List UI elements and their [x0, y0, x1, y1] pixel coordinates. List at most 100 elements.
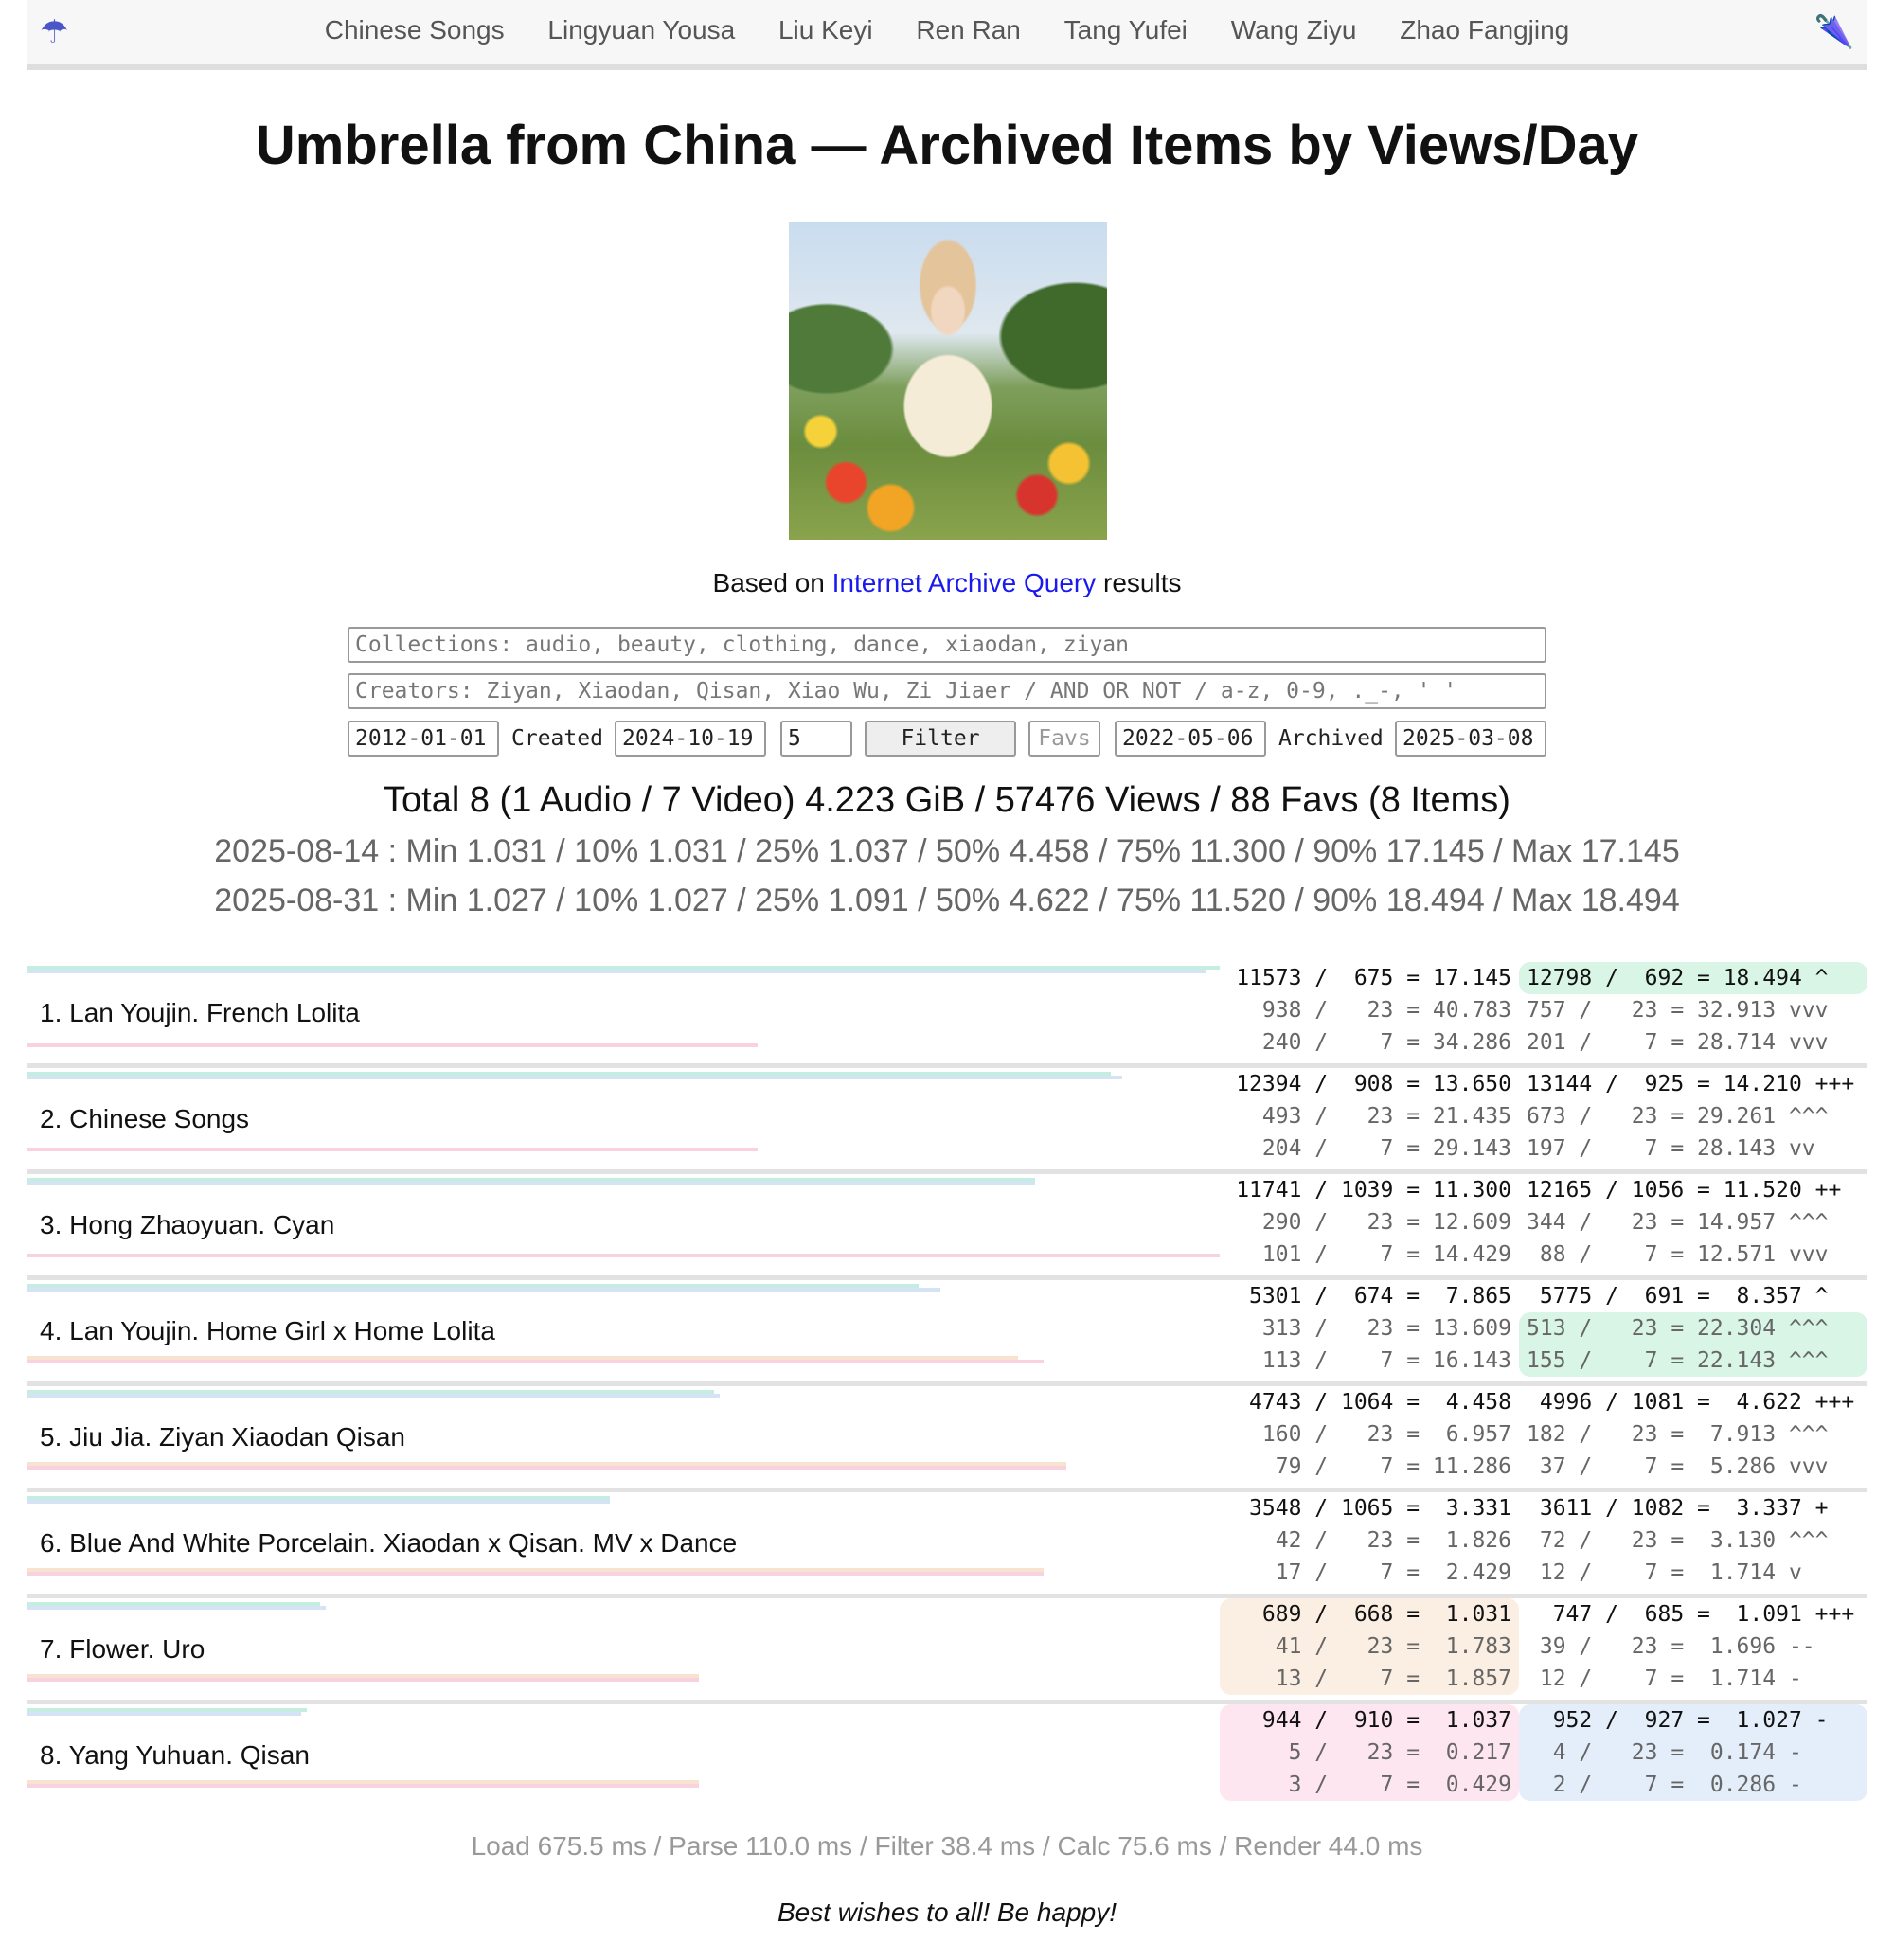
page-title: Umbrella from China — Archived Items by …	[255, 115, 1639, 176]
favs-button[interactable]: Favs	[1028, 721, 1100, 757]
month-bar	[27, 1784, 699, 1788]
item-title-link[interactable]: 2. Chinese Songs	[40, 1104, 249, 1134]
stat-value: 113 / 7 = 16.143	[1261, 1348, 1511, 1373]
stat-value: 12165 / 1056 = 11.520 ++	[1527, 1178, 1842, 1203]
stat-value: 13 / 7 = 1.857	[1261, 1666, 1511, 1691]
archived-from-input[interactable]: 2022-05-06	[1115, 721, 1266, 757]
nav-link-zhao-fangjing[interactable]: Zhao Fangjing	[1400, 15, 1569, 45]
stat-value: 4996 / 1081 = 4.622 +++	[1527, 1390, 1855, 1415]
footer-wish: Best wishes to all! Be happy!	[777, 1898, 1117, 1927]
stats-line-2: 2025-08-31 : Min 1.027 / 10% 1.027 / 25%…	[214, 882, 1680, 918]
stat-value: 493 / 23 = 21.435	[1261, 1104, 1511, 1129]
views-bar-prev	[27, 1500, 610, 1504]
stat-value: 3548 / 1065 = 3.331	[1249, 1496, 1511, 1521]
nav-link-lingyuan-yousa[interactable]: Lingyuan Yousa	[547, 15, 735, 45]
stat-value: 39 / 23 = 1.696 --	[1527, 1634, 1815, 1659]
item-title-link[interactable]: 5. Jiu Jia. Ziyan Xiaodan Qisan	[40, 1422, 405, 1452]
nav-link-ren-ran[interactable]: Ren Ran	[916, 15, 1021, 45]
stat-value: 5 / 23 = 0.217	[1261, 1740, 1511, 1765]
month-bar	[27, 1043, 758, 1047]
item-title-link[interactable]: 8. Yang Yuhuan. Qisan	[40, 1740, 310, 1771]
month-bar-prev	[27, 1462, 1066, 1466]
archived-to-input[interactable]: 2025-03-08	[1395, 721, 1546, 757]
creators-input[interactable]: Creators: Ziyan, Xiaodan, Qisan, Xiao Wu…	[348, 673, 1546, 709]
top-nav: ☂ Chinese Songs Lingyuan Yousa Liu Keyi …	[27, 0, 1867, 70]
views-bar-prev	[27, 1394, 720, 1398]
table-row[interactable]: 3. Hong Zhaoyuan. Cyan 11741 / 1039 = 11…	[27, 1174, 1867, 1280]
stat-value: 201 / 7 = 28.714 vvv	[1527, 1030, 1829, 1055]
item-title-link[interactable]: 1. Lan Youjin. French Lolita	[40, 998, 360, 1028]
stat-value: 4743 / 1064 = 4.458	[1249, 1390, 1511, 1415]
nav-link-chinese-songs[interactable]: Chinese Songs	[325, 15, 505, 45]
views-bar-prev	[27, 1712, 301, 1716]
stat-value: 5775 / 691 = 8.357 ^	[1527, 1284, 1829, 1309]
created-to-input[interactable]: 2024-10-19	[615, 721, 766, 757]
views-bar-prev	[27, 970, 1206, 973]
based-prefix: Based on	[712, 568, 825, 597]
stat-value: 290 / 23 = 12.609	[1261, 1210, 1511, 1235]
stat-value: 3 / 7 = 0.429	[1261, 1773, 1511, 1797]
month-bar	[27, 1360, 1044, 1363]
views-bar-prev	[27, 1182, 1035, 1185]
month-bar	[27, 1254, 1220, 1257]
nav-link-liu-keyi[interactable]: Liu Keyi	[778, 15, 873, 45]
stat-value: 41 / 23 = 1.783	[1261, 1634, 1511, 1659]
closed-umbrella-icon[interactable]: 🌂	[1814, 13, 1854, 51]
stats-line-1: 2025-08-14 : Min 1.031 / 10% 1.031 / 25%…	[214, 833, 1680, 869]
month-bar-prev	[27, 1674, 699, 1678]
stat-value: 673 / 23 = 29.261 ^^^	[1527, 1104, 1829, 1129]
table-row[interactable]: 8. Yang Yuhuan. Qisan 944 / 910 = 1.037 …	[27, 1704, 1867, 1810]
table-row[interactable]: 2. Chinese Songs 12394 / 908 = 13.650 49…	[27, 1068, 1867, 1174]
stat-value: 12 / 7 = 1.714 -	[1527, 1666, 1802, 1691]
count-input[interactable]: 5	[780, 721, 852, 757]
stat-value: 88 / 7 = 12.571 vvv	[1527, 1242, 1829, 1267]
table-row[interactable]: 5. Jiu Jia. Ziyan Xiaodan Qisan 4743 / 1…	[27, 1386, 1867, 1492]
stat-value: 12 / 7 = 1.714 v	[1527, 1560, 1802, 1585]
stat-value: 4 / 23 = 0.174 -	[1527, 1740, 1802, 1765]
stat-value: 13144 / 925 = 14.210 +++	[1527, 1072, 1855, 1096]
month-bar-prev	[27, 1568, 1044, 1572]
stat-value: 17 / 7 = 2.429	[1261, 1560, 1511, 1585]
total-summary: Total 8 (1 Audio / 7 Video) 4.223 GiB / …	[384, 780, 1510, 820]
stat-value: 938 / 23 = 40.783	[1261, 998, 1511, 1023]
collections-input[interactable]: Collections: audio, beauty, clothing, da…	[348, 627, 1546, 663]
stat-value: 513 / 23 = 22.304 ^^^	[1527, 1316, 1829, 1341]
stat-value: 944 / 910 = 1.037	[1261, 1708, 1511, 1733]
item-title-link[interactable]: 7. Flower. Uro	[40, 1634, 205, 1665]
stat-value: 160 / 23 = 6.957	[1261, 1422, 1511, 1447]
month-bar	[27, 1572, 1044, 1576]
table-row[interactable]: 7. Flower. Uro 689 / 668 = 1.031 41 / 23…	[27, 1598, 1867, 1704]
stat-value: 182 / 23 = 7.913 ^^^	[1527, 1422, 1829, 1447]
nav-link-tang-yufei[interactable]: Tang Yufei	[1064, 15, 1188, 45]
filter-button[interactable]: Filter	[865, 721, 1016, 757]
stat-value: 240 / 7 = 34.286	[1261, 1030, 1511, 1055]
stat-value: 3611 / 1082 = 3.337 +	[1527, 1496, 1829, 1521]
internet-archive-query-link[interactable]: Internet Archive Query	[832, 568, 1097, 597]
nav-links: Chinese Songs Lingyuan Yousa Liu Keyi Re…	[27, 15, 1867, 45]
stat-value: 12394 / 908 = 13.650	[1236, 1072, 1511, 1096]
month-bar-prev	[27, 1356, 1018, 1360]
stat-value: 313 / 23 = 13.609	[1261, 1316, 1511, 1341]
umbrella-girl-photo[interactable]	[789, 222, 1107, 540]
stat-value: 42 / 23 = 1.826	[1261, 1528, 1511, 1553]
views-bar-prev	[27, 1606, 326, 1610]
item-title-link[interactable]: 3. Hong Zhaoyuan. Cyan	[40, 1210, 334, 1240]
table-row[interactable]: 6. Blue And White Porcelain. Xiaodan x Q…	[27, 1492, 1867, 1598]
month-bar-prev	[27, 1780, 699, 1784]
nav-link-wang-ziyu[interactable]: Wang Ziyu	[1231, 15, 1357, 45]
stat-value: 197 / 7 = 28.143 vv	[1527, 1136, 1815, 1161]
stat-value: 155 / 7 = 22.143 ^^^	[1527, 1348, 1829, 1373]
stat-value: 72 / 23 = 3.130 ^^^	[1527, 1528, 1829, 1553]
table-row[interactable]: 4. Lan Youjin. Home Girl x Home Lolita 5…	[27, 1280, 1867, 1386]
created-from-input[interactable]: 2012-01-01	[348, 721, 499, 757]
item-title-link[interactable]: 6. Blue And White Porcelain. Xiaodan x Q…	[40, 1528, 737, 1559]
views-bar-prev	[27, 1288, 940, 1292]
stat-value: 204 / 7 = 29.143	[1261, 1136, 1511, 1161]
items-table: 1. Lan Youjin. French Lolita 11573 / 675…	[27, 962, 1867, 1810]
stat-value: 11573 / 675 = 17.145	[1236, 966, 1511, 990]
table-row[interactable]: 1. Lan Youjin. French Lolita 11573 / 675…	[27, 962, 1867, 1068]
views-bar-prev	[27, 1076, 1122, 1079]
stat-value: 344 / 23 = 14.957 ^^^	[1527, 1210, 1829, 1235]
stat-value: 79 / 7 = 11.286	[1261, 1454, 1511, 1479]
item-title-link[interactable]: 4. Lan Youjin. Home Girl x Home Lolita	[40, 1316, 495, 1346]
